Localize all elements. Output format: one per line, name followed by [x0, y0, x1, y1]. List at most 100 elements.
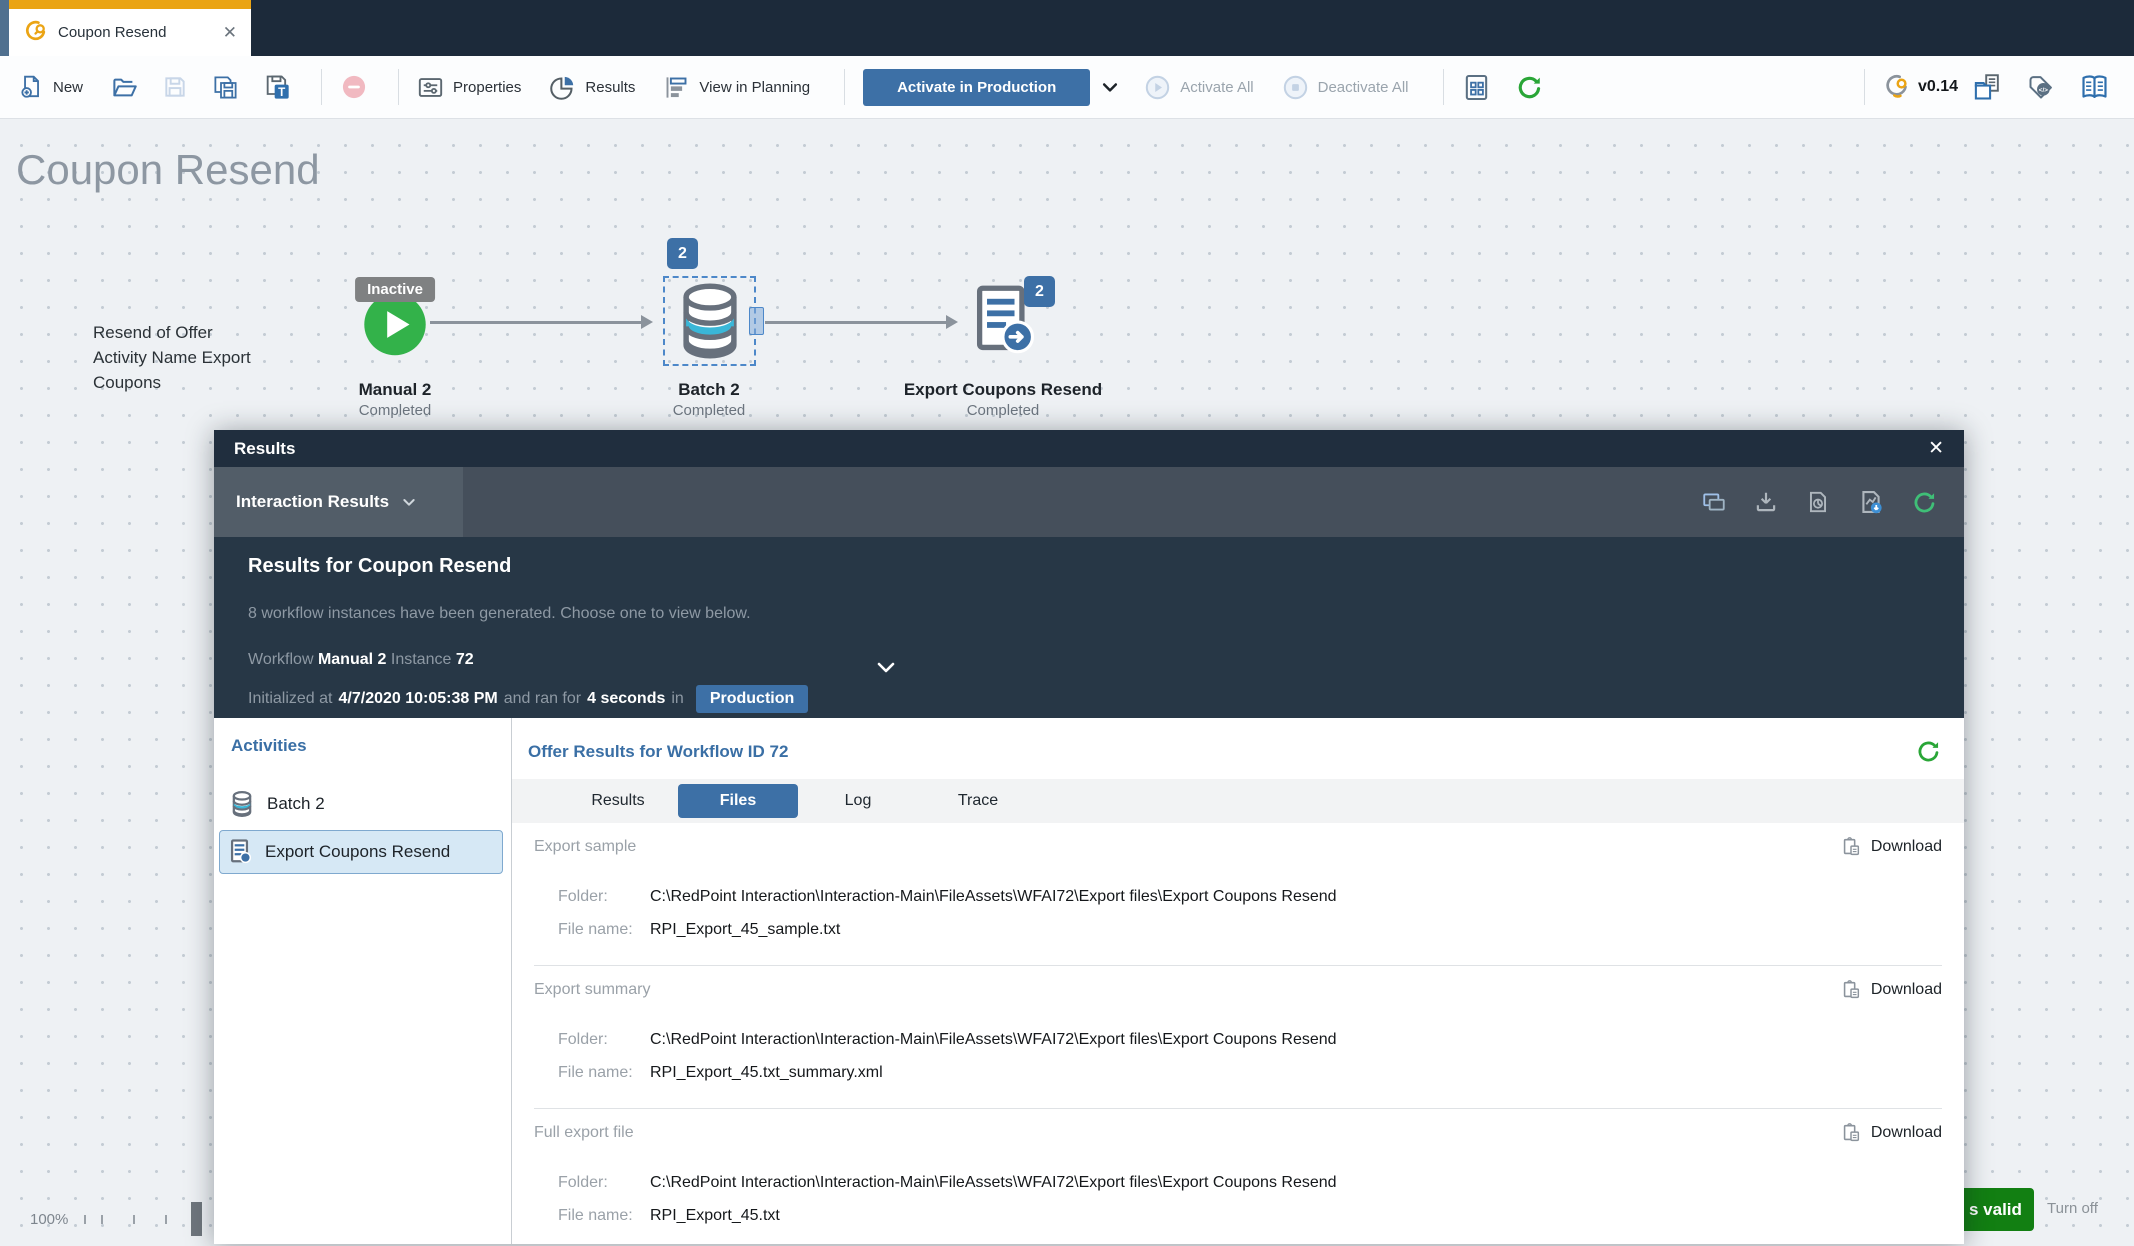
results-button[interactable]: Results — [549, 74, 635, 101]
open-in-window-icon[interactable] — [1701, 489, 1727, 515]
results-summary-subtitle: 8 workflow instances have been generated… — [248, 605, 1964, 623]
file-name-value: RPI_Export_45_sample.txt — [650, 921, 840, 939]
activate-in-production-button[interactable]: Activate in Production — [863, 69, 1090, 106]
toolbar-separator — [321, 69, 322, 105]
zoom-tick — [165, 1215, 167, 1224]
turn-off-button[interactable]: Turn off — [2047, 1200, 2098, 1217]
annotation-line: Activity Name Export — [93, 345, 251, 370]
delete-button — [340, 73, 368, 101]
file-section-title: Export sample — [534, 838, 636, 856]
tab-coupon-resend[interactable]: Coupon Resend ✕ — [9, 0, 251, 56]
open-folder-icon — [111, 74, 138, 101]
toolbar-separator — [1443, 69, 1444, 105]
pie-chart-icon — [549, 74, 576, 101]
instance-label: Instance — [391, 651, 451, 668]
folder-label: Folder: — [558, 1174, 650, 1192]
activate-dropdown-button[interactable] — [1100, 77, 1120, 97]
refresh-results-icon[interactable] — [1911, 489, 1938, 516]
node-batch-2[interactable]: 2 Batch 2 Completed — [609, 238, 809, 428]
database-icon — [230, 791, 254, 817]
activities-title: Activities — [231, 736, 511, 756]
annotation-line: Resend of Offer — [93, 320, 251, 345]
tab-results[interactable]: Results — [558, 784, 678, 818]
node-count-badge: 2 — [1024, 276, 1055, 307]
save-all-button[interactable] — [212, 74, 239, 101]
report-file-icon[interactable] — [1805, 489, 1831, 515]
deactivate-all-button: Deactivate All — [1282, 74, 1409, 101]
planning-icon — [663, 74, 690, 101]
file-explorer-button[interactable] — [1972, 72, 2003, 103]
workflow-title: Coupon Resend — [16, 146, 320, 194]
delete-minus-icon — [340, 73, 368, 101]
properties-sliders-icon — [417, 74, 444, 101]
book-icon — [2079, 72, 2110, 103]
results-button-label: Results — [585, 79, 635, 96]
grid-panel-icon — [1462, 73, 1491, 102]
refresh-offer-results-icon[interactable] — [1915, 738, 1942, 765]
folder-document-icon — [1972, 72, 2003, 103]
initialized-line: Initialized at 4/7/2020 10:05:38 PM and … — [248, 685, 1964, 713]
workflow-annotation: Resend of Offer Activity Name Export Cou… — [93, 320, 251, 395]
activity-item-batch-2[interactable]: Batch 2 — [219, 782, 503, 826]
node-name: Batch 2 — [609, 380, 809, 400]
code-tags-button[interactable]: </> — [2027, 73, 2055, 101]
folder-path: C:\RedPoint Interaction\Interaction-Main… — [650, 1031, 1337, 1049]
tab-trace[interactable]: Trace — [918, 784, 1038, 818]
save-as-template-button[interactable]: T — [263, 73, 291, 101]
file-name-label: File name: — [558, 1064, 650, 1082]
node-export-coupons-resend[interactable]: 2 Export Coupons Resend Completed — [903, 238, 1103, 428]
new-button[interactable]: New — [18, 74, 83, 100]
main-toolbar: New T — [0, 56, 2134, 119]
file-name-label: File name: — [558, 1207, 650, 1225]
file-section-title: Export summary — [534, 981, 650, 999]
folder-label: Folder: — [558, 888, 650, 906]
tab-files[interactable]: Files — [678, 784, 798, 818]
toolbar-separator — [1864, 69, 1865, 105]
results-summary-panel: Results for Coupon Resend 8 workflow ins… — [214, 537, 1964, 718]
download-button[interactable]: Download — [1840, 836, 1942, 858]
download-button[interactable]: Download — [1840, 1122, 1942, 1144]
activity-item-export-coupons-resend[interactable]: Export Coupons Resend — [219, 830, 503, 874]
view-in-planning-button[interactable]: View in Planning — [663, 74, 810, 101]
new-button-label: New — [53, 79, 83, 96]
file-name-value: RPI_Export_45.txt_summary.xml — [650, 1064, 883, 1082]
toolbar-separator — [398, 69, 399, 105]
app-window: Coupon Resend ✕ New — [0, 0, 2134, 1246]
zoom-tick — [101, 1215, 103, 1224]
dialog-titlebar: Results ✕ — [214, 430, 1964, 467]
node-status: Completed — [609, 402, 809, 419]
node-name: Export Coupons Resend — [903, 380, 1103, 400]
run-duration: 4 seconds — [587, 690, 665, 708]
validity-badge: s valid — [1963, 1188, 2034, 1231]
expand-instances-chevron-icon[interactable] — [874, 655, 898, 684]
workflow-canvas[interactable]: Coupon Resend Resend of Offer Activity N… — [0, 120, 2134, 1246]
initialized-label: Initialized at — [248, 690, 333, 708]
help-docs-button[interactable] — [2079, 72, 2110, 103]
dialog-title: Results — [234, 439, 295, 459]
download-button[interactable]: Download — [1840, 979, 1942, 1001]
tab-bar: Coupon Resend ✕ — [0, 0, 2134, 56]
dashboard-button[interactable] — [1462, 73, 1491, 102]
refresh-icon — [1515, 73, 1544, 102]
activities-panel: Activities Batch 2 Export Coupons Resend — [214, 718, 512, 1244]
export-report-icon[interactable] — [1857, 488, 1885, 516]
tab-close-icon[interactable]: ✕ — [223, 24, 237, 41]
properties-button[interactable]: Properties — [417, 74, 521, 101]
new-document-icon — [18, 74, 44, 100]
node-connector-handle[interactable] — [749, 307, 764, 335]
open-button[interactable] — [111, 74, 138, 101]
tab-accent-stripe — [9, 0, 251, 9]
database-icon[interactable] — [675, 283, 745, 364]
file-section-title: Full export file — [534, 1124, 634, 1142]
clipboard-download-icon — [1840, 979, 1862, 1001]
dialog-close-icon[interactable]: ✕ — [1928, 437, 1944, 460]
workflow-name: Manual 2 — [318, 651, 386, 668]
node-manual-2[interactable]: Inactive Manual 2 Completed — [295, 277, 495, 427]
node-name: Manual 2 — [295, 380, 495, 400]
results-view-selector[interactable]: Interaction Results — [214, 467, 463, 537]
download-results-icon[interactable] — [1753, 489, 1779, 515]
refresh-button[interactable] — [1515, 73, 1544, 102]
tab-log[interactable]: Log — [798, 784, 918, 818]
zoom-slider-handle[interactable] — [191, 1202, 202, 1236]
download-button-label: Download — [1871, 981, 1942, 999]
